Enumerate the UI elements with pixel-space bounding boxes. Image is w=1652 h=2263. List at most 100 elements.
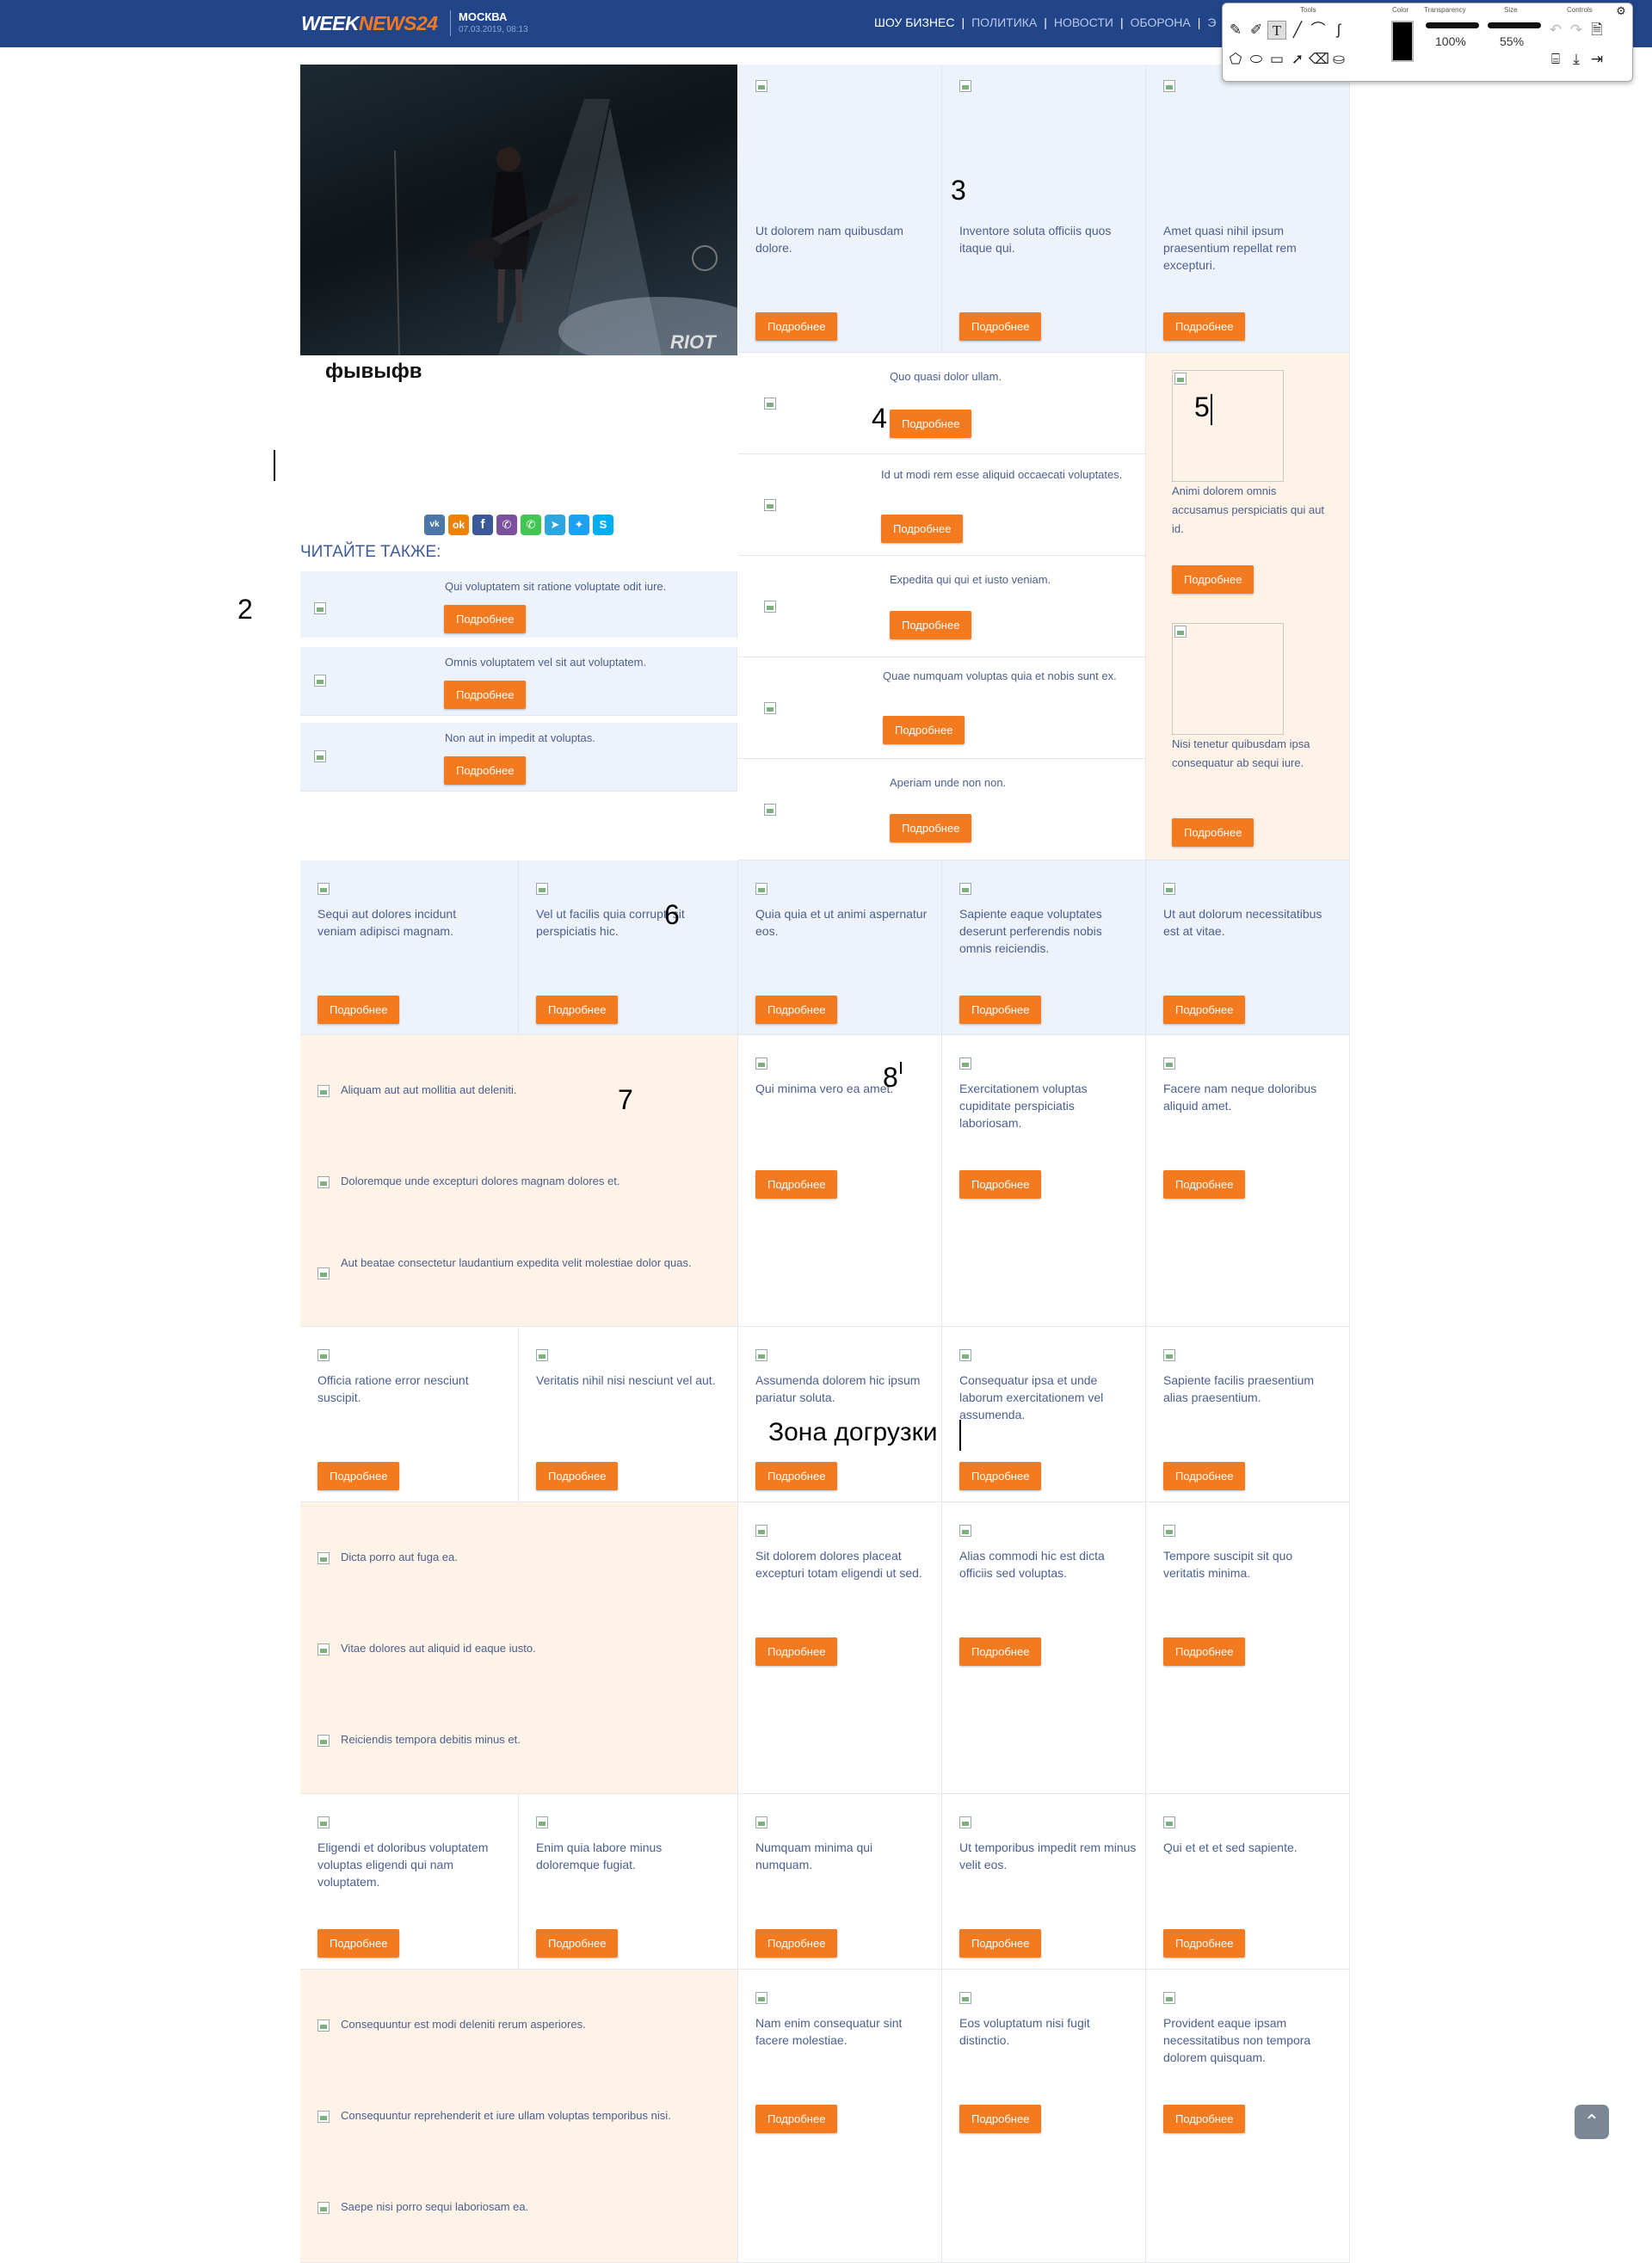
news-card[interactable]: Inventore soluta officiis quos itaque qu…	[942, 65, 1146, 353]
more-button[interactable]: Подробнее	[536, 996, 619, 1024]
more-button[interactable]: Подробнее	[755, 996, 838, 1024]
more-button[interactable]: Подробнее	[444, 605, 527, 633]
more-button[interactable]: Подробнее	[536, 1929, 619, 1958]
more-button[interactable]: Подробнее	[755, 2105, 838, 2133]
more-button[interactable]: Подробнее	[959, 2105, 1042, 2133]
facebook-share-icon[interactable]: f	[472, 515, 493, 535]
list-item-title[interactable]: Reiciendis tempora debitis minus et.	[341, 1731, 728, 1748]
line-icon[interactable]: ╱	[1288, 21, 1307, 40]
settings-gear-icon[interactable]: ⚙	[1612, 2, 1630, 21]
freeform-icon[interactable]: ∫	[1329, 21, 1348, 40]
news-card[interactable]: Alias commodi hic est dicta officiis sed…	[942, 1502, 1146, 1794]
list-item[interactable]: Quae numquam voluptas quia et nobis sunt…	[738, 657, 1146, 759]
more-button[interactable]: Подробнее	[755, 1462, 838, 1490]
news-card[interactable]: Numquam minima qui numquam. Подробнее	[738, 1794, 942, 1970]
nav-item-economy[interactable]: Э	[1207, 15, 1216, 29]
list-item[interactable]: Id ut modi rem esse aliquid occaecati vo…	[738, 454, 1146, 556]
pointer-icon[interactable]: ➚	[1288, 50, 1307, 69]
clear-icon[interactable]: 🗎	[1587, 21, 1606, 40]
fill-bucket-icon[interactable]: ⛀	[1329, 50, 1348, 69]
ellipse-icon[interactable]: ⬭	[1247, 50, 1266, 69]
list-item[interactable]: Quo quasi dolor ullam. Подробнее	[738, 353, 1146, 454]
rectangle-icon[interactable]: ▭	[1267, 50, 1286, 69]
more-button[interactable]: Подробнее	[444, 756, 527, 785]
list-item-title[interactable]: Aut beatae consectetur laudantium expedi…	[341, 1253, 728, 1273]
news-card[interactable]: Amet quasi nihil ipsum praesentium repel…	[1146, 65, 1350, 353]
article-hero-image[interactable]: RIOT	[300, 65, 737, 355]
skype-share-icon[interactable]: S	[593, 515, 613, 535]
more-button[interactable]: Подробнее	[317, 996, 400, 1024]
news-card[interactable]: Quia quia et ut animi aspernatur eos. По…	[738, 860, 942, 1035]
camera-icon[interactable]: ⌸	[1546, 50, 1565, 69]
news-card[interactable]: Sequi aut dolores incidunt veniam adipis…	[300, 860, 519, 1035]
news-card[interactable]: Eos voluptatum nisi fugit distinctio. По…	[942, 1970, 1146, 2263]
polygon-icon[interactable]: ⬠	[1226, 50, 1245, 69]
nav-item-defense[interactable]: ОБОРОНА	[1131, 15, 1191, 29]
size-slider[interactable]	[1488, 22, 1541, 28]
read-also-item[interactable]: Omnis voluptatem vel sit aut voluptatem.…	[300, 647, 737, 716]
list-item-title[interactable]: Doloremque unde excepturi dolores magnam…	[341, 1173, 728, 1189]
more-button[interactable]: Подробнее	[890, 814, 972, 842]
news-card[interactable]: Qui et et et sed sapiente. Подробнее	[1146, 1794, 1350, 1970]
news-card[interactable]: Tempore suscipit sit quo veritatis minim…	[1146, 1502, 1350, 1794]
more-button[interactable]: Подробнее	[881, 515, 964, 543]
more-button[interactable]: Подробнее	[1163, 1462, 1246, 1490]
news-card[interactable]: Nam enim consequatur sint facere molesti…	[738, 1970, 942, 2263]
more-button[interactable]: Подробнее	[890, 410, 972, 438]
list-item-title[interactable]: Consequuntur reprehenderit et iure ullam…	[341, 2107, 732, 2124]
more-button[interactable]: Подробнее	[1163, 1637, 1246, 1666]
eraser-icon[interactable]: ⌫	[1309, 50, 1329, 69]
text-tool-icon[interactable]: T	[1267, 21, 1286, 40]
more-button[interactable]: Подробнее	[444, 681, 527, 709]
more-button[interactable]: Подробнее	[959, 1170, 1042, 1199]
scroll-top-button[interactable]: ⌃	[1575, 2105, 1609, 2139]
more-button[interactable]: Подробнее	[959, 1929, 1042, 1958]
news-card[interactable]: Sapiente facilis praesentium alias praes…	[1146, 1327, 1350, 1502]
nav-item-show-business[interactable]: ШОУ БИЗНЕС	[874, 15, 954, 29]
undo-icon[interactable]: ↶	[1546, 21, 1565, 40]
viber-share-icon[interactable]: ✆	[496, 515, 517, 535]
more-button[interactable]: Подробнее	[755, 1170, 838, 1199]
more-button[interactable]: Подробнее	[755, 312, 838, 341]
more-button[interactable]: Подробнее	[1163, 2105, 1246, 2133]
news-card[interactable]: Ut aut dolorum necessitatibus est at vit…	[1146, 860, 1350, 1035]
transparency-slider[interactable]	[1426, 22, 1479, 28]
ok-share-icon[interactable]: ok	[448, 515, 469, 535]
more-button[interactable]: Подробнее	[959, 1462, 1042, 1490]
more-button[interactable]: Подробнее	[1163, 1929, 1246, 1958]
news-card[interactable]: Exercitationem voluptas cupiditate persp…	[942, 1035, 1146, 1327]
more-button[interactable]: Подробнее	[959, 996, 1042, 1024]
more-button[interactable]: Подробнее	[1163, 1170, 1246, 1199]
list-item-title[interactable]: Aliquam aut aut mollitia aut deleniti.	[341, 1082, 728, 1098]
news-card[interactable]: Consequatur ipsa et unde laborum exercit…	[942, 1327, 1146, 1502]
twitter-share-icon[interactable]: ✦	[569, 515, 589, 535]
list-item-title[interactable]: Vitae dolores aut aliquid id eaque iusto…	[341, 1640, 728, 1656]
pencil-icon[interactable]: ✎	[1226, 21, 1245, 40]
news-card[interactable]: Vel ut facilis quia corrupti sit perspic…	[519, 860, 738, 1035]
site-logo[interactable]: WEEKNEWS24	[301, 12, 438, 35]
list-item-title[interactable]: Dicta porro aut fuga ea.	[341, 1549, 728, 1565]
news-card[interactable]: Veritatis nihil nisi nesciunt vel aut. П…	[519, 1327, 738, 1502]
curve-icon[interactable]: ⌒	[1309, 21, 1328, 40]
more-button[interactable]: Подробнее	[959, 312, 1042, 341]
news-card[interactable]: Enim quia labore minus doloremque fugiat…	[519, 1794, 738, 1970]
more-button[interactable]: Подробнее	[1163, 312, 1246, 341]
more-button[interactable]: Подробнее	[1163, 996, 1246, 1024]
news-card[interactable]: Officia ratione error nesciunt suscipit.…	[300, 1327, 519, 1502]
telegram-share-icon[interactable]: ➤	[545, 515, 565, 535]
news-card[interactable]: Qui minima vero ea amet. Подробнее	[738, 1035, 942, 1327]
import-icon[interactable]: ⤓	[1567, 50, 1586, 69]
more-button[interactable]: Подробнее	[959, 1637, 1042, 1666]
nav-item-news[interactable]: НОВОСТИ	[1054, 15, 1113, 29]
export-icon[interactable]: ⇥	[1587, 50, 1606, 69]
vk-share-icon[interactable]: vk	[424, 515, 445, 535]
whatsapp-share-icon[interactable]: ✆	[521, 515, 541, 535]
side-card[interactable]	[1172, 370, 1284, 482]
more-button[interactable]: Подробнее	[317, 1462, 400, 1490]
list-item[interactable]: Expedita qui qui et iusto veniam. Подроб…	[738, 556, 1146, 657]
news-card[interactable]: Facere nam neque doloribus aliquid amet.…	[1146, 1035, 1350, 1327]
more-button[interactable]: Подробнее	[1172, 818, 1254, 847]
more-button[interactable]: Подробнее	[1172, 565, 1254, 594]
news-card[interactable]: Sapiente eaque voluptates deserunt perfe…	[942, 860, 1146, 1035]
color-swatch[interactable]	[1391, 21, 1414, 62]
